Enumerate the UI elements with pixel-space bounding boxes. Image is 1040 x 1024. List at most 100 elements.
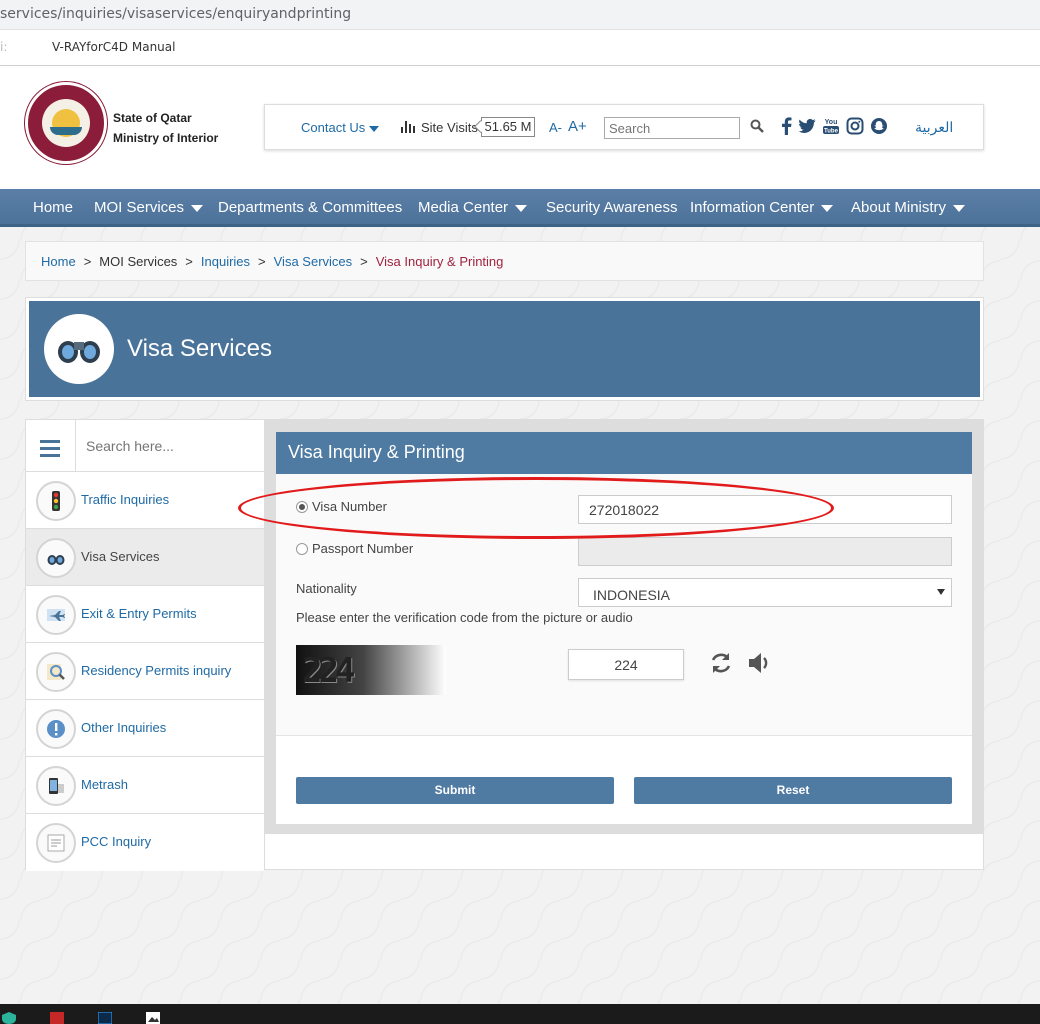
breadcrumb-separator: >: [185, 254, 193, 269]
site-header: State of Qatar Ministry of Interior Cont…: [0, 66, 1040, 189]
contact-us-dropdown[interactable]: Contact Us: [301, 120, 380, 135]
reset-button[interactable]: Reset: [634, 777, 952, 804]
twitter-icon[interactable]: [798, 117, 816, 135]
facebook-icon[interactable]: [778, 117, 796, 135]
ministry-logo[interactable]: [25, 82, 107, 164]
captcha-input[interactable]: [568, 649, 684, 680]
bookmark-vray[interactable]: V-RAYforC4D Manual: [52, 40, 175, 54]
instagram-icon[interactable]: [846, 117, 864, 135]
app-shield-icon[interactable]: [2, 1012, 16, 1024]
logo-line-ministry: Ministry of Interior: [113, 131, 219, 145]
snapchat-icon[interactable]: [870, 117, 888, 135]
nav-moi-services-label: MOI Services: [94, 199, 185, 216]
nav-information-center-label: Information Center: [690, 199, 815, 216]
sidebar-item-label: Other Inquiries: [81, 720, 167, 735]
sidebar-item-label: Residency Permits inquiry: [81, 663, 232, 678]
exclamation-icon: [36, 709, 76, 749]
sidebar-item-traffic-inquiries[interactable]: Traffic Inquiries: [26, 472, 264, 529]
breadcrumb-separator: >: [360, 254, 368, 269]
acrobat-icon[interactable]: [50, 1012, 64, 1024]
nav-information-center[interactable]: Information Center: [690, 199, 834, 216]
address-bar[interactable]: services/inquiries/visaservices/enquirya…: [0, 0, 1040, 30]
contact-us-label: Contact Us: [301, 120, 366, 135]
nav-security-awareness[interactable]: Security Awareness: [546, 199, 677, 216]
sidebar-item-metrash[interactable]: Metrash: [26, 757, 264, 814]
main-nav: Home MOI Services Departments & Committe…: [0, 189, 1040, 227]
breadcrumb-home[interactable]: Home: [41, 254, 76, 269]
bookmark-partial[interactable]: i:: [0, 40, 7, 54]
form-body: Visa Number Passport Number Nationality …: [276, 474, 972, 736]
visa-number-input[interactable]: [578, 495, 952, 524]
font-decrease-button[interactable]: A-: [549, 120, 562, 135]
sidebar-item-label: Traffic Inquiries: [81, 492, 170, 507]
sidebar-item-pcc-inquiry[interactable]: PCC Inquiry: [26, 814, 264, 871]
sidebar-item-label: Metrash: [81, 777, 128, 792]
logo-line-state: State of Qatar: [113, 111, 192, 125]
captcha-image: 224: [296, 645, 446, 695]
breadcrumb-moi-services: MOI Services: [99, 254, 178, 269]
svg-text:Tube: Tube: [824, 129, 839, 135]
sidebar: Traffic Inquiries Visa Services Exit & E…: [25, 419, 265, 871]
sidebar-item-visa-services[interactable]: Visa Services: [26, 529, 264, 586]
magnifier-icon: [36, 652, 76, 692]
nav-moi-services[interactable]: MOI Services: [94, 199, 204, 216]
form-frame: Visa Inquiry & Printing Visa Number Pass…: [265, 420, 983, 834]
refresh-icon[interactable]: [708, 650, 734, 676]
caret-down-icon: [953, 204, 966, 212]
site-visits-counter: 51.65 M: [481, 117, 535, 137]
breadcrumb-visa-services[interactable]: Visa Services: [274, 254, 353, 269]
logo-text: State of Qatar Ministry of Interior: [113, 108, 218, 148]
breadcrumb-separator: >: [83, 254, 92, 269]
image-viewer-icon[interactable]: [146, 1012, 160, 1024]
nationality-select[interactable]: INDONESIA: [578, 578, 952, 607]
breadcrumb: Home > MOI Services > Inquiries > Visa Service…: [25, 241, 984, 281]
phone-icon: [36, 766, 76, 806]
nav-about-ministry[interactable]: About Ministry: [851, 199, 966, 216]
caret-down-icon: [369, 125, 380, 132]
taskbar: [0, 1004, 1040, 1024]
submit-button[interactable]: Submit: [296, 777, 614, 804]
bar-chart-icon: [401, 121, 415, 133]
speaker-icon[interactable]: [746, 650, 772, 676]
binoculars-icon: [58, 341, 100, 363]
language-switch[interactable]: العربية: [915, 119, 953, 136]
nav-home[interactable]: Home: [33, 199, 73, 216]
site-search-input[interactable]: [604, 117, 740, 139]
svg-text:You: You: [825, 119, 838, 126]
visa-number-radio[interactable]: [296, 501, 308, 513]
passport-number-radio[interactable]: [296, 543, 308, 555]
sidebar-item-other-inquiries[interactable]: Other Inquiries: [26, 700, 264, 757]
breadcrumb-inquiries[interactable]: Inquiries: [201, 254, 250, 269]
page-title: Visa Services: [127, 335, 272, 362]
photoshop-icon[interactable]: [98, 1012, 112, 1024]
nav-departments-label: Departments & Committees: [218, 199, 403, 216]
sidebar-item-label: Exit & Entry Permits: [81, 606, 197, 621]
sidebar-item-label: Visa Services: [81, 549, 160, 564]
binoculars-icon: [36, 538, 76, 578]
nav-media-center[interactable]: Media Center: [418, 199, 528, 216]
airplane-icon: [36, 595, 76, 635]
sidebar-search-input[interactable]: [76, 420, 264, 472]
youtube-icon[interactable]: You Tube: [822, 117, 840, 135]
hamburger-menu-icon[interactable]: [26, 420, 76, 472]
verification-instructions: Please enter the verification code from …: [296, 610, 633, 625]
site-visits-label: Site Visits: [421, 120, 478, 135]
nationality-value: INDONESIA: [593, 587, 671, 603]
caret-down-icon: [821, 204, 834, 212]
form-title: Visa Inquiry & Printing: [276, 432, 972, 474]
dropdown-arrow-icon: [937, 589, 945, 595]
sidebar-item-label: PCC Inquiry: [81, 834, 152, 849]
sidebar-item-exit-entry-permits[interactable]: Exit & Entry Permits: [26, 586, 264, 643]
nav-departments[interactable]: Departments & Committees: [218, 199, 402, 216]
logo-dhow: [50, 127, 82, 135]
logo-emblem: [42, 99, 90, 147]
font-increase-button[interactable]: A+: [568, 118, 587, 135]
page-banner: Visa Services: [25, 297, 984, 401]
passport-number-input[interactable]: [578, 537, 952, 566]
search-icon[interactable]: [750, 119, 764, 133]
certificate-icon: [36, 823, 76, 863]
breadcrumb-separator: >: [258, 254, 266, 269]
bookmarks-bar: i: V-RAYforC4D Manual: [0, 30, 1040, 66]
sidebar-item-residency-permits[interactable]: Residency Permits inquiry: [26, 643, 264, 700]
nav-media-center-label: Media Center: [418, 199, 509, 216]
